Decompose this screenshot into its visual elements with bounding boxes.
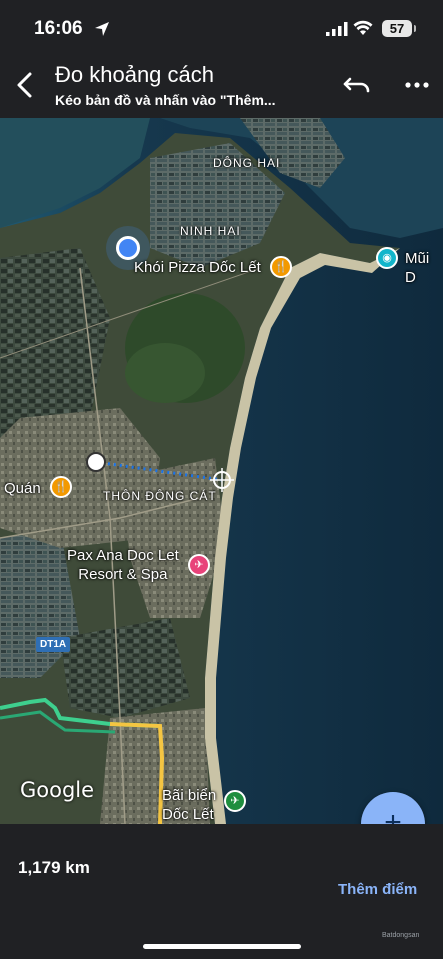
road-shield-dt1a: DT1A	[36, 637, 71, 652]
camera-pin-icon[interactable]: ◉	[376, 247, 398, 269]
page-title: Đo khoảng cách	[55, 62, 214, 87]
restaurant-pin-icon[interactable]: 🍴	[270, 256, 292, 278]
poi-pax-ana-label[interactable]: Pax Ana Doc Let Resort & Spa	[67, 546, 179, 584]
watermark: Batdongsan	[382, 932, 420, 939]
google-logo: Google	[20, 778, 95, 802]
distance-readout: 1,179 km	[18, 858, 90, 877]
poi-khoi-pizza-label[interactable]: Khói Pizza Dốc Lết	[134, 258, 261, 277]
label-dong-hai: DÔNG HAI	[213, 156, 281, 170]
add-point-button[interactable]: Thêm điểm	[338, 881, 417, 898]
current-location-dot	[116, 236, 140, 260]
poi-bai-bien-line2: Dốc Lết	[162, 806, 214, 823]
app-header: Đo khoảng cách Kéo bản đồ và nhấn vào "T…	[0, 56, 443, 118]
bottom-panel: 1,179 km Thêm điểm Batdongsan	[0, 824, 443, 959]
label-ninh-hai: NINH HAI	[180, 224, 241, 238]
poi-quan-label[interactable]: Quán	[4, 479, 41, 498]
status-bar: 16:06 57	[0, 0, 443, 56]
wifi-icon	[353, 20, 373, 35]
satellite-map[interactable]: DÔNG HAI NINH HAI THÔN ĐÔNG CÁT Khói Piz…	[0, 118, 443, 824]
poi-pax-ana-line1: Pax Ana Doc Let	[67, 547, 179, 564]
beach-pin-icon[interactable]: ✈	[224, 790, 246, 812]
home-indicator[interactable]	[143, 944, 301, 949]
status-time: 16:06	[34, 18, 83, 39]
page-subtitle: Kéo bản đồ và nhấn vào "Thêm...	[55, 92, 276, 108]
location-arrow-icon	[95, 22, 109, 36]
poi-pax-ana-line2: Resort & Spa	[78, 566, 168, 583]
measure-start-point[interactable]	[86, 452, 106, 472]
battery-indicator: 57	[382, 20, 416, 37]
undo-icon[interactable]	[342, 72, 372, 98]
poi-bai-bien-line1: Bãi biển	[162, 787, 217, 804]
back-arrow-icon[interactable]	[10, 68, 42, 102]
restaurant-pin-icon[interactable]: 🍴	[50, 476, 72, 498]
poi-bai-bien-label[interactable]: Bãi biển Dốc Lết	[162, 786, 216, 824]
hotel-pin-icon[interactable]: ✈	[188, 554, 210, 576]
poi-mui-label[interactable]: Mũi D	[405, 249, 443, 287]
label-thon-dong-cat: THÔN ĐÔNG CÁT	[103, 489, 217, 503]
more-dots-icon[interactable]	[403, 72, 431, 98]
cellular-signal-icon	[326, 22, 348, 36]
